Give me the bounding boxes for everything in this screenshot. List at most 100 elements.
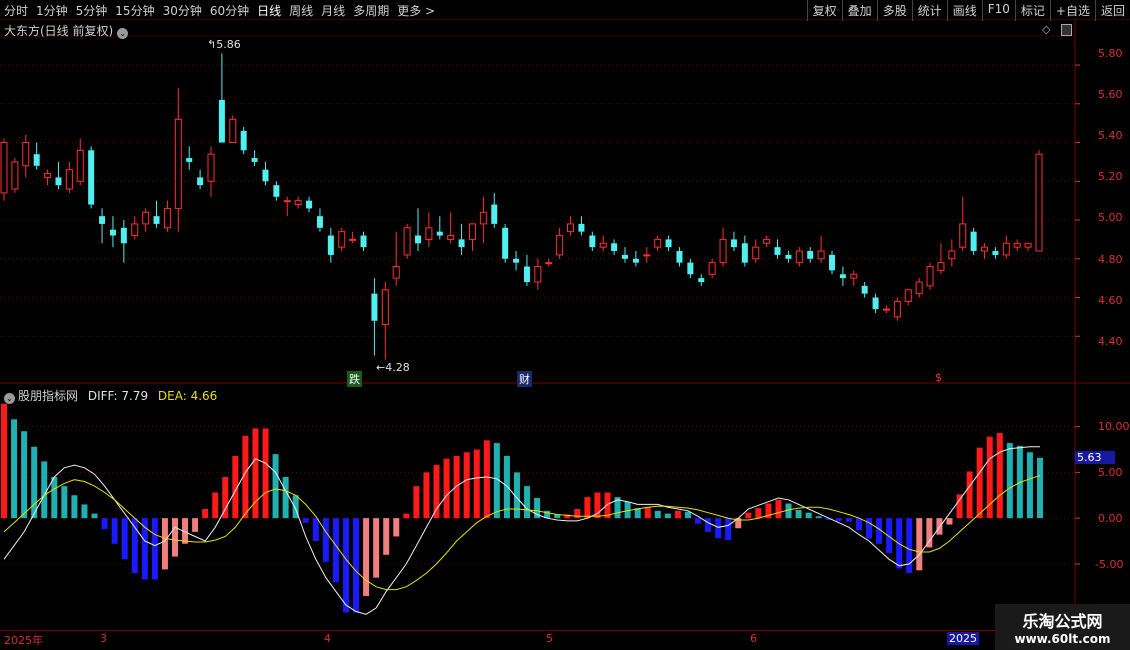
macd-bar [171,518,178,557]
macd-bar [262,428,269,519]
candle-body-up [349,238,357,241]
candle-body-up [959,223,967,248]
candle-body-down [861,285,868,294]
candle-body-up [534,266,542,283]
macd-bar [272,454,279,519]
macd-bar [312,518,319,542]
macd-bar [725,518,732,541]
date-label: 4 [324,632,331,645]
panel-toggle-icon[interactable] [1061,24,1072,36]
price-axis-tick: 5.00 [1098,211,1123,224]
macd-bar [845,518,852,522]
candle-body-up [76,149,84,182]
candle-body-up [294,200,302,206]
diamond-icon[interactable]: ◇ [1042,23,1050,36]
low-price-label: ←4.28 [376,361,410,374]
candle-body-down [415,235,421,244]
candle-body-up [65,169,73,190]
price-axis-tick: 4.80 [1098,253,1123,266]
candle-body-up [44,173,52,178]
candle-body-up [926,266,934,287]
macd-bar [212,492,219,519]
candle-body-down [665,239,672,248]
candle-body-up [795,250,803,264]
macd-bar [403,513,410,519]
event-marker-finance[interactable]: 财 [517,371,532,387]
macd-bar [11,419,18,519]
candle-body-down [622,254,628,259]
macd-bar [524,486,531,519]
candle-body-up [567,223,575,233]
macd-bar [423,472,430,519]
macd-bar [926,518,933,548]
high-price-label: ↰5.86 [207,38,241,51]
candle-body-down [839,274,846,279]
candle-body-up [893,300,901,318]
macd-bar [1037,457,1043,519]
macd-axis-tick: 10.00 [1098,420,1130,433]
candle-body-up [643,254,651,257]
candle-body-up [468,223,476,240]
candle-body-up [163,207,171,229]
macd-bar [302,518,309,523]
macd-bar [674,510,681,519]
macd-bar [353,518,360,613]
stock-chart[interactable] [0,0,1130,650]
candle-body-down [611,243,618,252]
candle-body-up [11,161,19,190]
chevron-down-icon[interactable]: ⌄ [117,28,129,39]
macd-bar [775,499,782,519]
candle-body-down [970,231,977,252]
candle-body-down [153,216,160,224]
macd-bar [322,518,329,563]
macd-bar [463,452,470,519]
candle-body-up [981,246,989,252]
candle-body-down [99,216,106,224]
candle-body-up [283,200,291,203]
event-marker-drop[interactable]: 跌 [347,371,362,387]
candle-body-up [479,211,487,225]
candle-body-down [513,258,520,263]
candle-body-up [229,118,237,144]
candle-body-down [741,243,748,263]
candle-body-down [251,158,258,162]
macd-axis-tick: 0.00 [1098,512,1123,525]
macd-axis-tick: -5.00 [1095,558,1124,571]
candle-body-down [687,262,694,275]
macd-bar [835,518,842,521]
dea-label: DEA: 4.66 [157,389,218,403]
macd-bar [332,518,339,583]
macd-bar [81,504,88,519]
candle-body-down [676,251,683,263]
candle-body-down [458,239,465,248]
candle-body-up [1035,153,1043,252]
event-marker-dollar[interactable]: $ [933,371,944,384]
macd-bar [111,518,118,544]
macd-bar [705,518,712,532]
candle-body-down [360,235,367,248]
macd-bar [161,518,168,570]
candle-body-down [306,200,313,209]
macd-bar [121,518,128,560]
candle-body-up [817,250,825,260]
candle-body-down [273,185,280,197]
macd-bar [483,440,490,519]
candle-body-up [381,289,389,326]
macd-bar [745,512,752,519]
macd-bar [91,513,98,519]
price-axis-tick: 5.20 [1098,170,1123,183]
macd-bar [453,455,460,519]
candle-body-up [207,153,215,182]
macd-bar [131,518,138,574]
candle-body-down [55,177,62,186]
candle-body-up [447,235,455,240]
candle-body-up [708,262,716,275]
candle-body-down [197,177,204,186]
chevron-down-icon[interactable]: ⌄ [4,393,15,404]
candle-body-down [491,204,498,224]
candle-body-down [785,254,792,259]
macd-bar [584,497,591,519]
candle-body-down [33,154,40,166]
candle-body-up [403,227,411,256]
candle-body-down [327,235,334,255]
